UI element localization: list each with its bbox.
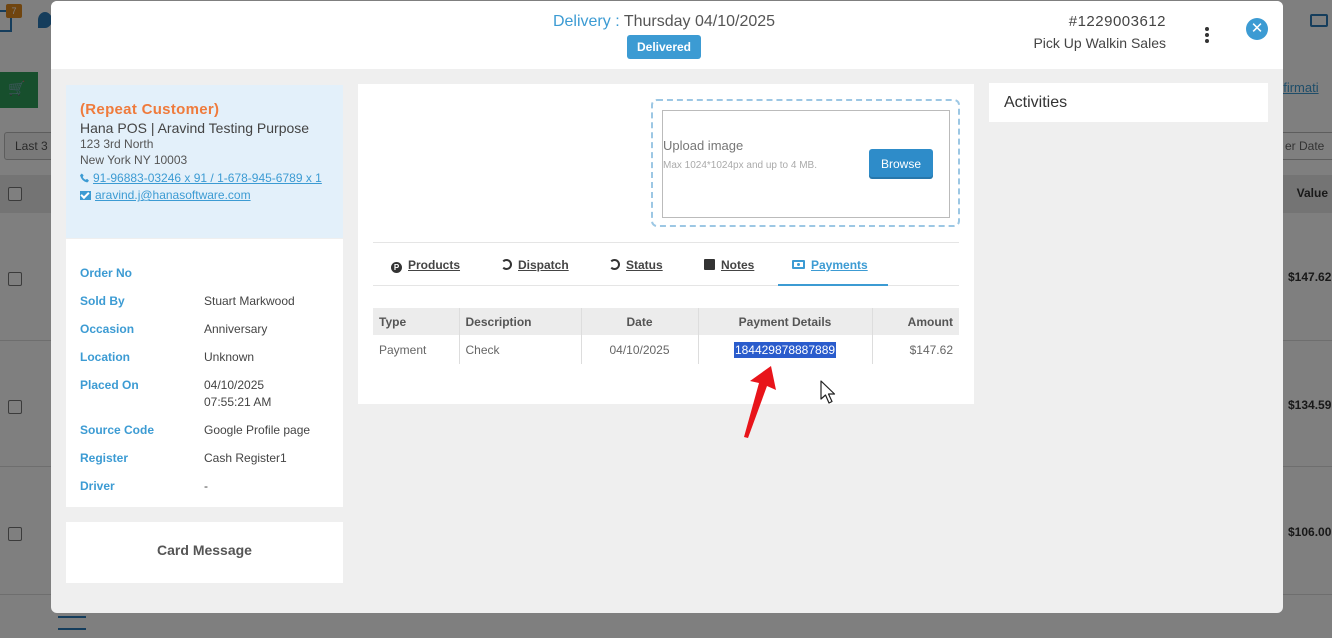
order-no-label: Order No [80, 266, 133, 280]
customer-address-line1: 123 3rd North [80, 137, 154, 151]
order-info-panel: Order No Sold By Stuart Markwood Occasio… [66, 239, 343, 507]
status-badge: Delivered [627, 35, 701, 59]
tab-label: Payments [811, 258, 868, 272]
info-row-occasion: Occasion Anniversary [66, 320, 343, 348]
payment-description: Check [459, 335, 582, 364]
note-icon [704, 259, 715, 270]
email-icon [80, 191, 91, 200]
modal-header: Delivery : Thursday 04/10/2025 Delivered… [51, 1, 1283, 69]
tab-label: Status [626, 258, 663, 272]
activities-panel: Activities [989, 83, 1268, 122]
payment-details-cell[interactable]: 184429878887889 [698, 335, 873, 364]
placed-on-time: 07:55:21 AM [204, 395, 272, 409]
tab-label: Notes [721, 258, 755, 272]
placed-on-label: Placed On [80, 378, 139, 392]
money-icon [792, 260, 805, 269]
product-icon: P [391, 262, 402, 273]
order-detail-modal: Delivery : Thursday 04/10/2025 Delivered… [51, 1, 1283, 613]
sold-by-value: Stuart Markwood [204, 294, 295, 308]
tab-label: Dispatch [518, 258, 569, 272]
info-row-source-code: Source Code Google Profile page [66, 421, 343, 449]
occasion-label: Occasion [80, 322, 135, 336]
mouse-cursor-icon [820, 380, 836, 404]
order-tabs: P Products Dispatch Status Notes Payments [373, 242, 959, 286]
sold-by-label: Sold By [80, 294, 125, 308]
history-icon [501, 259, 512, 270]
column-description: Description [459, 308, 582, 335]
order-number: #1229003612 [1068, 13, 1166, 30]
phone-icon [80, 173, 89, 183]
browse-button[interactable]: Browse [869, 149, 933, 179]
location-value: Unknown [204, 350, 255, 364]
info-row-location: Location Unknown [66, 348, 343, 376]
customer-email: aravind.j@hanasoftware.com [95, 188, 251, 202]
image-upload-dropzone[interactable]: Upload image Max 1024*1024px and up to 4… [651, 99, 960, 227]
info-row-order-no: Order No [66, 264, 343, 292]
customer-phone: 91-96883-03246 x 91 / 1-678-945-6789 x 1 [93, 171, 322, 185]
tab-products[interactable]: P Products [391, 258, 460, 273]
payment-date: 04/10/2025 [581, 335, 699, 364]
payment-amount: $147.62 [909, 342, 953, 357]
customer-card: (Repeat Customer) Hana POS | Aravind Tes… [66, 85, 343, 238]
customer-name: Hana POS | Aravind Testing Purpose [80, 120, 310, 136]
tab-notes[interactable]: Notes [704, 258, 754, 272]
register-label: Register [80, 451, 129, 465]
red-arrow-annotation-icon [744, 366, 776, 438]
close-icon[interactable]: ✕ [1246, 18, 1268, 40]
column-type: Type [373, 308, 460, 335]
order-type: Pick Up Walkin Sales [1033, 35, 1166, 51]
column-amount: Amount [872, 308, 959, 335]
customer-address-line2: New York NY 10003 [80, 153, 188, 167]
info-row-placed-on: Placed On 04/10/2025 07:55:21 AM [66, 376, 343, 421]
customer-phone-link[interactable]: 91-96883-03246 x 91 / 1-678-945-6789 x 1 [80, 170, 329, 187]
info-row-driver: Driver - [66, 477, 343, 505]
tab-label: Products [408, 258, 461, 272]
driver-value: - [204, 479, 208, 493]
location-label: Location [80, 350, 130, 364]
delivery-label: Delivery : [552, 13, 620, 30]
tab-dispatch[interactable]: Dispatch [501, 258, 569, 272]
column-payment-details: Payment Details [698, 308, 873, 335]
upload-hint: Max 1024*1024px and up to 4 MB. [663, 160, 817, 171]
history-icon [609, 259, 620, 270]
active-tab-indicator [778, 284, 888, 286]
tab-status[interactable]: Status [609, 258, 663, 272]
column-date: Date [581, 308, 699, 335]
delivery-date: Thursday 04/10/2025 [623, 13, 776, 30]
table-header-row: Type Description Date Payment Details Am… [373, 308, 959, 335]
table-row: Payment Check 04/10/2025 184429878887889… [373, 335, 959, 364]
payment-details-selected[interactable]: 184429878887889 [733, 341, 837, 358]
customer-email-link[interactable]: aravind.j@hanasoftware.com [80, 187, 329, 204]
payment-type: Payment [373, 335, 460, 364]
register-value: Cash Register1 [204, 451, 287, 465]
driver-label: Driver [80, 479, 115, 493]
occasion-value: Anniversary [204, 322, 268, 336]
more-options-icon[interactable] [1201, 27, 1213, 45]
placed-on-value: 04/10/2025 07:55:21 AM [204, 377, 334, 411]
info-row-sold-by: Sold By Stuart Markwood [66, 292, 343, 320]
payments-table: Type Description Date Payment Details Am… [373, 308, 959, 364]
source-code-label: Source Code [80, 423, 155, 437]
repeat-customer-tag: (Repeat Customer) [80, 101, 220, 118]
card-message-panel[interactable]: Card Message [66, 522, 343, 583]
tab-payments[interactable]: Payments [792, 258, 868, 272]
source-code-value: Google Profile page [204, 423, 311, 437]
upload-title: Upload image [663, 138, 744, 153]
order-content-panel: Upload image Max 1024*1024px and up to 4… [358, 84, 974, 404]
image-upload-box: Upload image Max 1024*1024px and up to 4… [662, 110, 950, 218]
info-row-register: Register Cash Register1 [66, 449, 343, 477]
placed-on-date: 04/10/2025 [204, 378, 265, 392]
